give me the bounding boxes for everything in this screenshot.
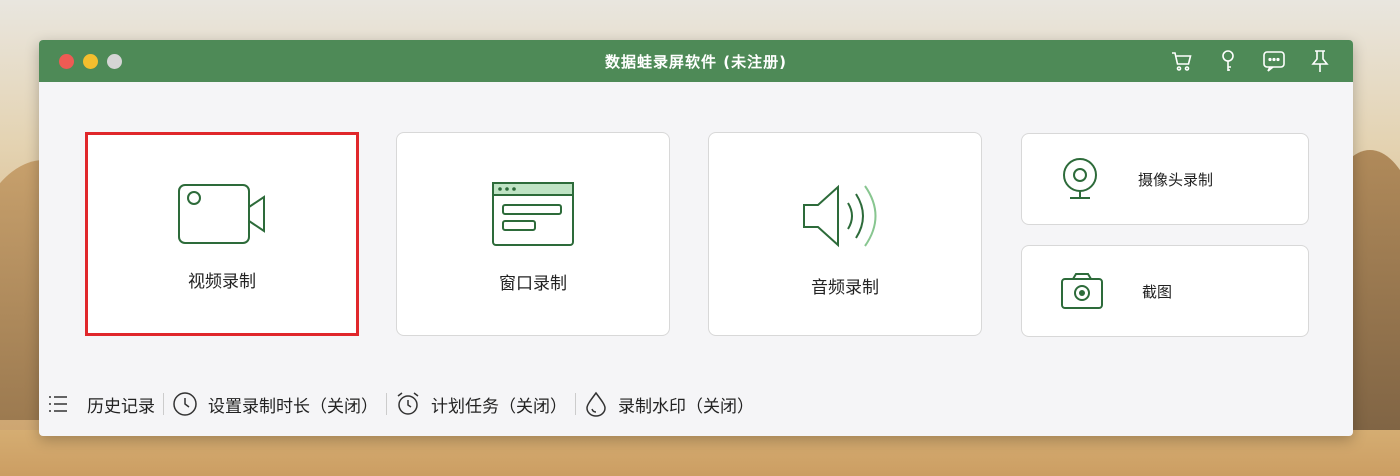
video-camera-icon <box>178 184 265 244</box>
duration-setting-label: 设置录制时长（关闭） <box>208 396 378 417</box>
screenshot-card[interactable]: 截图 <box>1021 245 1309 337</box>
chat-icon[interactable] <box>1261 48 1287 74</box>
speaker-icon <box>803 184 877 248</box>
watermark-label: 录制水印（关闭） <box>618 396 754 417</box>
title-bar: 数据蛙录屏软件 (未注册) <box>39 40 1353 82</box>
divider <box>575 393 576 415</box>
key-icon[interactable] <box>1215 48 1241 74</box>
webcam-record-card[interactable]: 摄像头录制 <box>1021 133 1309 225</box>
window-icon <box>492 182 574 246</box>
close-window-button[interactable] <box>59 54 74 69</box>
webcam-record-label: 摄像头录制 <box>1138 170 1214 189</box>
schedule-task-label: 计划任务（关闭） <box>431 396 567 417</box>
window-title: 数据蛙录屏软件 (未注册) <box>605 52 787 71</box>
pin-icon[interactable] <box>1307 48 1333 74</box>
clock-icon <box>173 392 197 416</box>
watermark-button[interactable]: 录制水印（关闭） <box>584 391 754 417</box>
background-dune <box>0 430 1400 476</box>
audio-record-label: 音频录制 <box>811 278 879 298</box>
zoom-window-button[interactable] <box>107 54 122 69</box>
alarm-clock-icon <box>397 392 419 415</box>
duration-setting-button[interactable]: 设置录制时长（关闭） <box>172 391 378 417</box>
bottom-toolbar: 历史记录 设置录制时长（关闭） 计划任务（关闭） 录制水印（关闭） <box>39 388 1353 420</box>
video-record-card[interactable]: 视频录制 <box>85 132 359 336</box>
minimize-window-button[interactable] <box>83 54 98 69</box>
list-icon <box>49 396 67 412</box>
webcam-icon <box>1063 158 1097 199</box>
history-label: 历史记录 <box>87 396 155 417</box>
cart-icon[interactable] <box>1169 48 1195 74</box>
titlebar-icons <box>1169 48 1333 74</box>
video-record-label: 视频录制 <box>188 272 256 292</box>
window-record-label: 窗口录制 <box>499 274 567 294</box>
divider <box>163 393 164 415</box>
schedule-task-button[interactable]: 计划任务（关闭） <box>395 391 567 417</box>
history-button[interactable]: 历史记录 <box>47 392 155 417</box>
screenshot-label: 截图 <box>1142 282 1173 301</box>
water-drop-icon <box>586 391 606 417</box>
audio-record-card[interactable]: 音频录制 <box>708 132 982 336</box>
camera-icon <box>1061 273 1103 309</box>
app-window: 数据蛙录屏软件 (未注册) 视频录制 窗口录制 音频录制 摄像头录制 截图 历史… <box>39 40 1353 436</box>
window-controls <box>59 54 122 69</box>
window-record-card[interactable]: 窗口录制 <box>396 132 670 336</box>
divider <box>386 393 387 415</box>
